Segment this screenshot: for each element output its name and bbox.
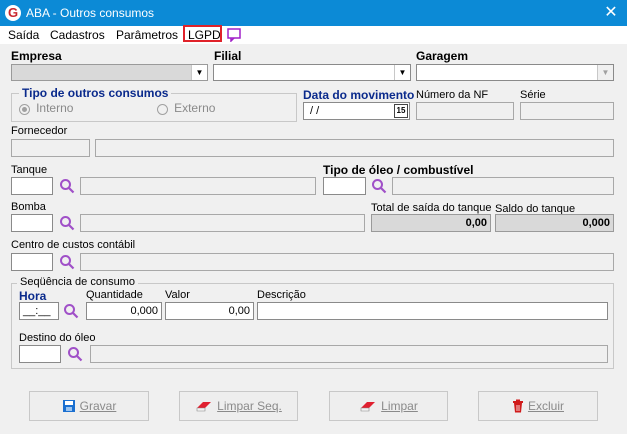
tipo-consumo-title: Tipo de outros consumos [19,86,172,100]
descricao-label: Descrição [257,289,306,301]
serie-label: Série [520,89,546,101]
save-icon [62,400,75,412]
hora-input[interactable]: __:__ [19,302,59,320]
numero-nf-input[interactable] [416,102,514,120]
search-icon[interactable] [371,178,387,194]
fornecedor-code-input[interactable] [11,139,90,157]
tanque-desc-input[interactable] [80,177,316,195]
bomba-code-input[interactable] [11,214,53,232]
trash-icon [512,399,523,413]
chevron-down-icon[interactable]: ▼ [394,65,410,80]
destino-desc-input[interactable] [90,345,608,363]
menu-bar: Saída Cadastros Parâmetros LGPD [0,26,627,44]
lgpd-highlight [183,25,222,42]
tanque-code-input[interactable] [11,177,53,195]
gravar-button[interactable]: Gravar [29,391,149,421]
centro-custos-desc-input[interactable] [80,253,614,271]
hora-label: Hora [19,289,47,303]
destino-label: Destino do óleo [19,332,96,344]
chat-icon[interactable] [227,28,242,42]
filial-select[interactable]: ▼ [213,64,411,81]
data-movimento-input[interactable]: / / 15 [303,102,410,120]
excluir-button[interactable]: Excluir [478,391,598,421]
menu-parametros[interactable]: Parâmetros [116,28,178,42]
garagem-label: Garagem [416,49,469,63]
search-icon[interactable] [63,303,79,319]
fornecedor-name-input[interactable] [95,139,614,157]
radio-icon[interactable] [157,103,168,115]
radio-icon[interactable] [19,103,30,115]
search-icon[interactable] [59,215,75,231]
total-saida-value: 0,00 [371,214,491,232]
search-icon[interactable] [67,346,83,362]
bomba-label: Bomba [11,201,46,213]
descricao-input[interactable] [257,302,608,320]
sequencia-title: Seqüência de consumo [17,276,138,288]
tipo-oleo-code-input[interactable] [323,177,366,195]
menu-cadastros[interactable]: Cadastros [50,28,105,42]
garagem-select[interactable]: ▼ [416,64,614,81]
fornecedor-label: Fornecedor [11,125,68,137]
title-bar: G ABA - Outros consumos ✕ [0,0,627,26]
app-logo-icon: G [5,5,21,21]
search-icon[interactable] [59,254,75,270]
numero-nf-label: Número da NF [416,89,489,101]
limpar-button[interactable]: Limpar [329,391,448,421]
radio-interno[interactable]: Interno [19,101,73,115]
window-title: ABA - Outros consumos [26,6,155,20]
calendar-icon[interactable]: 15 [394,104,408,118]
serie-input[interactable] [520,102,614,120]
radio-externo[interactable]: Externo [157,101,215,115]
tanque-label: Tanque [11,164,48,176]
chevron-down-icon[interactable]: ▼ [191,65,207,80]
quantidade-label: Quantidade [86,289,143,301]
total-saida-label: Total de saída do tanque [371,202,492,214]
filial-label: Filial [214,49,242,63]
empresa-select[interactable]: ▼ [11,64,208,81]
empresa-label: Empresa [11,49,62,63]
eraser-icon [360,402,376,412]
valor-input[interactable]: 0,00 [165,302,254,320]
data-movimento-label: Data do movimento [303,88,415,102]
centro-custos-code-input[interactable] [11,253,53,271]
menu-saida[interactable]: Saída [8,28,39,42]
saldo-tanque-value: 0,000 [495,214,614,232]
tipo-oleo-desc-input[interactable] [392,177,614,195]
limpar-seq-button[interactable]: Limpar Seq. [179,391,298,421]
centro-custos-label: Centro de custos contábil [11,239,136,251]
search-icon[interactable] [59,178,75,194]
tipo-oleo-label: Tipo de óleo / combustível [323,163,474,177]
close-icon[interactable]: ✕ [598,3,624,23]
destino-code-input[interactable] [19,345,61,363]
quantidade-input[interactable]: 0,000 [86,302,162,320]
chevron-down-icon[interactable]: ▼ [597,65,613,80]
valor-label: Valor [165,289,190,301]
eraser-icon [196,402,212,412]
bomba-desc-input[interactable] [80,214,365,232]
